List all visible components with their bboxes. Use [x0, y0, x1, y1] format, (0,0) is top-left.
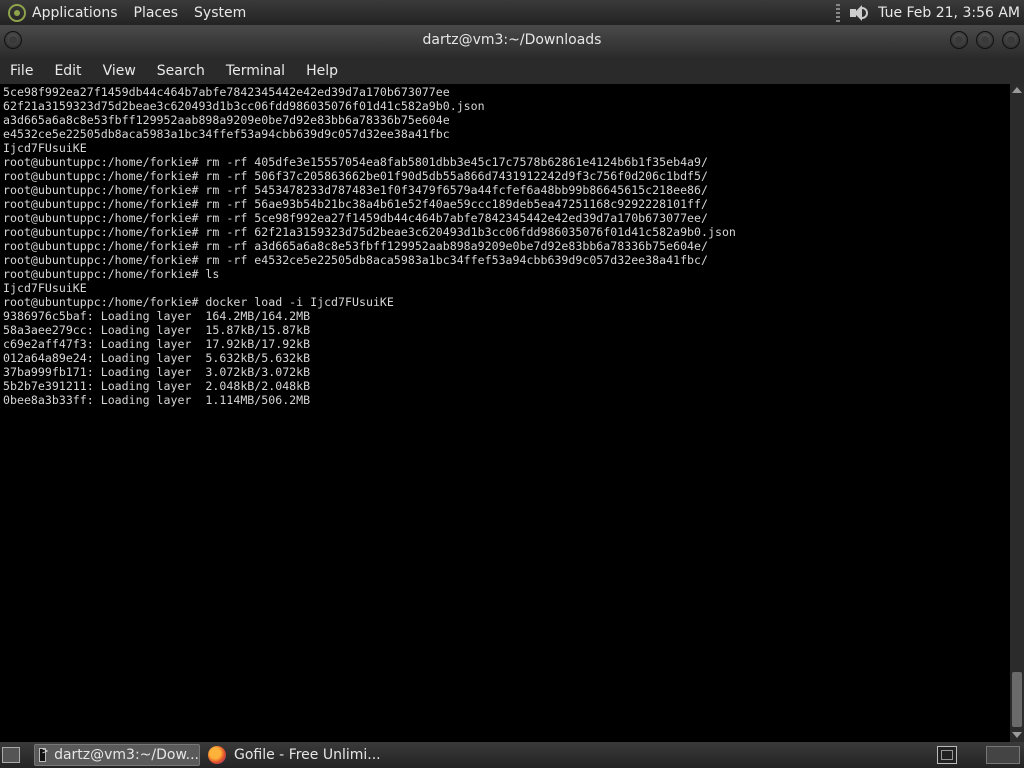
taskbar-firefox-button[interactable]: Gofile - Free Unlimi...: [204, 744, 404, 766]
terminal-line: 5ce98f992ea27f1459db44c464b7abfe78423454…: [3, 85, 450, 99]
panel-clock[interactable]: Tue Feb 21, 3:56 AM: [878, 5, 1020, 21]
terminal-line: 62f21a3159323d75d2beae3c620493d1b3cc06fd…: [3, 99, 485, 113]
taskbar-item-label: Gofile - Free Unlimi...: [234, 747, 381, 763]
terminal-line: Ijcd7FUsuiKE: [3, 141, 87, 155]
terminal-line: 37ba999fb171: Loading layer 3.072kB/3.07…: [3, 365, 311, 379]
terminal-line: root@ubuntuppc:/home/forkie# rm -rf 56ae…: [3, 197, 708, 211]
close-button[interactable]: [1002, 31, 1020, 49]
firefox-icon: [208, 746, 226, 764]
menu-search[interactable]: Search: [157, 63, 205, 79]
applications-logo-icon[interactable]: [8, 3, 26, 22]
menu-view[interactable]: View: [103, 63, 136, 79]
terminal-line: root@ubuntuppc:/home/forkie# rm -rf 5453…: [3, 183, 708, 197]
workspace-switcher[interactable]: [986, 746, 1020, 764]
scroll-thumb[interactable]: [1012, 672, 1022, 727]
terminal-line: root@ubuntuppc:/home/forkie# rm -rf e453…: [3, 253, 708, 267]
terminal-line: 58a3aee279cc: Loading layer 15.87kB/15.8…: [3, 323, 311, 337]
terminal-line: root@ubuntuppc:/home/forkie# rm -rf 62f2…: [3, 225, 736, 239]
scroll-up-arrow-icon[interactable]: [1012, 87, 1022, 93]
minimize-button[interactable]: [950, 31, 968, 49]
show-desktop-icon[interactable]: [2, 747, 20, 763]
terminal-line: 5b2b7e391211: Loading layer 2.048kB/2.04…: [3, 379, 311, 393]
panel-grip-handle[interactable]: [836, 3, 841, 22]
terminal-line: root@ubuntuppc:/home/forkie# rm -rf 506f…: [3, 169, 708, 183]
volume-icon[interactable]: [848, 4, 869, 22]
taskbar-terminal-button[interactable]: dartz@vm3:~/Dow...: [34, 744, 200, 766]
terminal-line: a3d665a6a8c8e53fbff129952aab898a9209e0be…: [3, 113, 450, 127]
terminal-line: e4532ce5e22505db8aca5983a1bc34ffef53a94c…: [3, 127, 450, 141]
terminal-line: 012a64a89e24: Loading layer 5.632kB/5.63…: [3, 351, 311, 365]
terminal-line: root@ubuntuppc:/home/forkie# ls: [3, 267, 220, 281]
terminal-line: root@ubuntuppc:/home/forkie# docker load…: [3, 295, 394, 309]
terminal-line: 9386976c5baf: Loading layer 164.2MB/164.…: [3, 309, 311, 323]
taskbar-item-label: dartz@vm3:~/Dow...: [54, 747, 199, 763]
system-menu[interactable]: System: [194, 5, 246, 21]
terminal-line: 0bee8a3b33ff: Loading layer 1.114MB/506.…: [3, 393, 311, 407]
tray-terminal-icon[interactable]: [937, 746, 957, 764]
terminal-output[interactable]: 5ce98f992ea27f1459db44c464b7abfe78423454…: [0, 84, 1010, 742]
maximize-button[interactable]: [976, 31, 994, 49]
places-menu[interactable]: Places: [134, 5, 179, 21]
terminal-line: root@ubuntuppc:/home/forkie# rm -rf a3d6…: [3, 239, 708, 253]
terminal-line: Ijcd7FUsuiKE: [3, 281, 87, 295]
window-title-bar[interactable]: dartz@vm3:~/Downloads: [0, 25, 1024, 57]
terminal-scrollbar[interactable]: [1010, 84, 1024, 742]
menu-help[interactable]: Help: [306, 63, 338, 79]
menu-edit[interactable]: Edit: [54, 63, 81, 79]
scroll-down-arrow-icon[interactable]: [1012, 732, 1022, 738]
bottom-taskbar: dartz@vm3:~/Dow... Gofile - Free Unlimi.…: [0, 742, 1024, 768]
terminal-line: c69e2aff47f3: Loading layer 17.92kB/17.9…: [3, 337, 311, 351]
menu-file[interactable]: File: [10, 63, 33, 79]
terminal-icon: [39, 746, 48, 762]
terminal-menu-bar: File Edit View Search Terminal Help: [0, 57, 1024, 84]
top-panel: Applications Places System Tue Feb 21, 3…: [0, 0, 1024, 25]
terminal-line: root@ubuntuppc:/home/forkie# rm -rf 5ce9…: [3, 211, 708, 225]
window-title: dartz@vm3:~/Downloads: [422, 32, 602, 48]
terminal-line: root@ubuntuppc:/home/forkie# rm -rf 405d…: [3, 155, 708, 169]
menu-terminal[interactable]: Terminal: [226, 63, 285, 79]
applications-menu[interactable]: Applications: [32, 5, 118, 21]
